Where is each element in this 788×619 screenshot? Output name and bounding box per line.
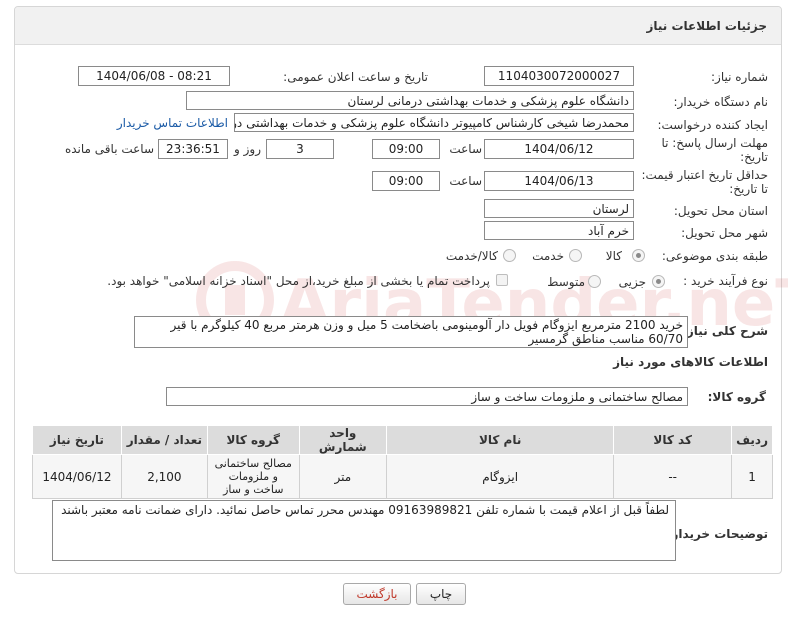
city-label: شهر محل تحویل: [681, 226, 768, 240]
col-header-unit: واحد شمارش [298, 425, 388, 455]
goods-table-header-row: ردیف کد کالا نام کالا واحد شمارش گروه کا… [32, 425, 773, 455]
panel-title: جزئیات اطلاعات نیاز [15, 7, 781, 45]
reply-deadline-label: مهلت ارسال پاسخ: تا [661, 136, 768, 150]
col-header-row-number: ردیف [731, 425, 773, 455]
treasury-payment-checkbox[interactable] [496, 274, 508, 286]
announce-date-field: 1404/06/08 - 08:21 [78, 66, 230, 86]
cell-goods-code: -- [613, 454, 733, 499]
col-header-need-date: تاریخ نیاز [32, 425, 122, 455]
cell-need-date: 1404/06/12 [32, 454, 122, 499]
col-header-goods-group: گروه کالا [206, 425, 300, 455]
treasury-payment-note: پرداخت تمام یا بخشی از مبلغ خرید،از محل … [107, 274, 490, 288]
province-label: استان محل تحویل: [673, 204, 768, 218]
buyer-contact-link[interactable]: اطلاعات تماس خریدار [117, 116, 228, 130]
price-validity-date-field: 1404/06/13 [484, 171, 634, 191]
goods-group-label: گروه کالا: [707, 390, 766, 404]
process-type-label: نوع فرآیند خرید : [683, 274, 768, 288]
reply-date-field: 1404/06/12 [484, 139, 634, 159]
description-textarea[interactable]: خرید 2100 مترمربع ایزوگام فویل دار آلومی… [134, 316, 688, 348]
print-button[interactable]: چاپ [416, 583, 466, 605]
requester-field: محمدرضا شیخی کارشناس کامپیوتر دانشگاه عل… [234, 113, 634, 132]
remaining-time-field: 23:36:51 [158, 139, 228, 159]
price-validity-time-label: ساعت [449, 174, 482, 188]
remaining-label: ساعت باقی مانده [64, 142, 154, 156]
category-option-goods: کالا [605, 249, 622, 263]
back-button[interactable]: بازگشت [343, 583, 411, 605]
cell-goods-group: مصالح ساختمانی و ملزومات ساخت و ساز [206, 454, 300, 499]
buyer-notes-label: توضیحات خریدار: [666, 527, 768, 541]
category-radio-goods[interactable] [632, 249, 645, 262]
days-label: روز و [234, 142, 261, 156]
category-radio-service[interactable] [569, 249, 582, 262]
col-header-goods-name: نام کالا [386, 425, 615, 455]
need-number-field: 1104030072000027 [484, 66, 634, 86]
process-option-medium: متوسط [547, 275, 585, 289]
province-field: لرستان [484, 199, 634, 218]
cell-quantity: 2,100 [120, 454, 208, 499]
need-number-label: شماره نیاز: [711, 70, 768, 84]
buyer-org-label: نام دستگاه خریدار: [673, 95, 769, 109]
remaining-days-field: 3 [266, 139, 334, 159]
goods-group-field: مصالح ساختمانی و ملزومات ساخت و ساز [166, 387, 688, 406]
price-validity-time-field: 09:00 [372, 171, 440, 191]
col-header-quantity: تعداد / مقدار [120, 425, 208, 455]
cell-goods-name: ایزوگام [386, 454, 615, 499]
col-header-goods-code: کد کالا [613, 425, 733, 455]
reply-deadline-label-2: تاریخ: [740, 150, 768, 164]
description-label: شرح کلی نیاز: [682, 324, 768, 338]
price-validity-label: حداقل تاریخ اعتبار قیمت: [641, 168, 768, 182]
goods-section-title: اطلاعات کالاهای مورد نیاز [613, 355, 768, 369]
price-validity-label-2: تا تاریخ: [729, 182, 768, 196]
announce-date-label: تاریخ و ساعت اعلان عمومی: [283, 70, 428, 84]
reply-time-label: ساعت [449, 142, 482, 156]
cell-row-number: 1 [731, 454, 773, 499]
category-option-service: خدمت [532, 249, 564, 263]
buyer-org-field: دانشگاه علوم پزشکی و خدمات بهداشتی درمان… [186, 91, 634, 110]
reply-time-field: 09:00 [372, 139, 440, 159]
cell-unit: متر [298, 454, 388, 499]
process-radio-medium[interactable] [588, 275, 601, 288]
category-option-goods-service: کالا/خدمت [445, 249, 498, 263]
category-label: طبقه بندی موضوعی: [661, 249, 768, 263]
buyer-notes-textarea[interactable]: لطفاً قبل از اعلام قیمت با شماره تلفن 09… [52, 500, 676, 561]
process-option-minor: جزیی [618, 275, 646, 289]
requester-label: ایجاد کننده درخواست: [657, 118, 768, 132]
goods-table: ردیف کد کالا نام کالا واحد شمارش گروه کا… [32, 425, 773, 499]
category-radio-goods-service[interactable] [503, 249, 516, 262]
city-field: خرم آباد [484, 221, 634, 240]
process-radio-minor[interactable] [652, 275, 665, 288]
table-row: 1 -- ایزوگام متر مصالح ساختمانی و ملزوما… [32, 454, 773, 499]
